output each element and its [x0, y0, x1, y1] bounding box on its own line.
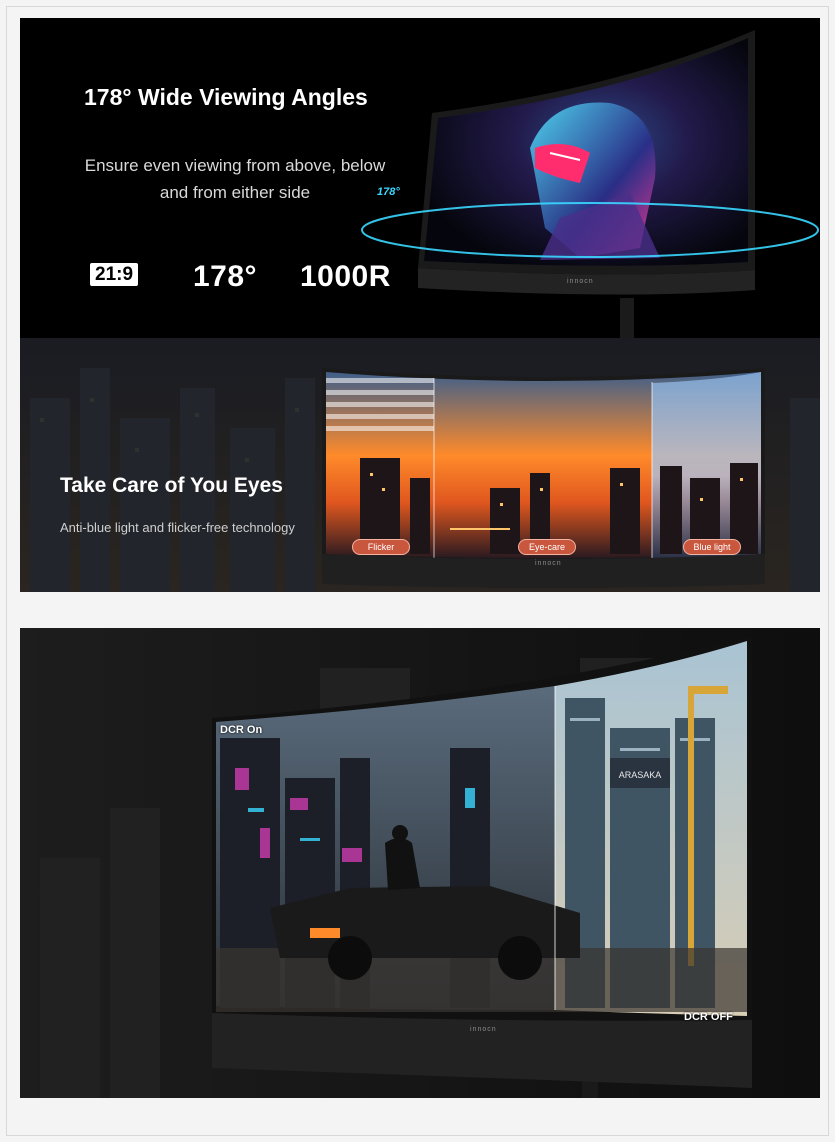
viewing-angle-title: 178° Wide Viewing Angles [84, 84, 368, 110]
eye-care-banner: Take Care of You Eyes Anti-blue light an… [20, 338, 820, 592]
eye-care-subtitle: Anti-blue light and flicker-free technol… [60, 520, 295, 535]
spec-aspect-ratio: 21:9 [90, 263, 139, 286]
monitor-stand [620, 298, 634, 338]
spec-viewing-angle: 178° [193, 260, 258, 293]
brand-logo: innocn [567, 278, 594, 285]
dcr-comparison-banner: ARASAKA DCR On DCR OFF innocn [20, 628, 820, 1098]
dcr-on-label: DCR On [220, 724, 263, 736]
aspect-ratio-badge: 21:9 [90, 263, 139, 286]
blue-light-label: Blue light [683, 539, 741, 555]
brand-logo-2: innocn [535, 560, 562, 567]
dcr-monitor-illustration: ARASAKA [20, 628, 820, 1098]
body-line-2: and from either side [159, 183, 311, 202]
arasaka-sign: ARASAKA [619, 770, 662, 780]
viewing-angle-banner: innocn 178° 178° Wide Viewing Angles Ens… [20, 18, 820, 338]
body-line-1: Ensure even viewing from above, below [84, 156, 386, 175]
brand-logo-3: innocn [470, 1026, 497, 1033]
spec-curvature: 1000R [300, 260, 391, 293]
viewing-angle-body: Ensure even viewing from above, below an… [60, 152, 410, 206]
dcr-off-label: DCR OFF [684, 1011, 733, 1023]
eye-care-title: Take Care of You Eyes [60, 474, 283, 497]
eye-care-label: Eye-care [518, 539, 576, 555]
flicker-label: Flicker [352, 539, 410, 555]
